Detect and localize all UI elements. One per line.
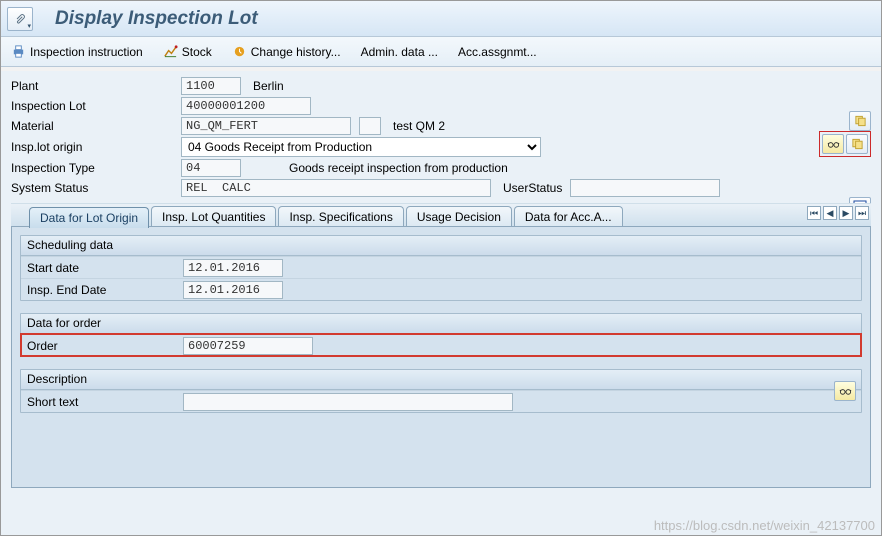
chevron-down-icon: ▾ xyxy=(27,22,31,30)
paperclip-icon xyxy=(14,13,26,25)
scheduling-data-title: Scheduling data xyxy=(21,236,861,256)
data-for-order-group: Data for order Order xyxy=(20,313,862,357)
start-date-label: Start date xyxy=(27,261,183,275)
stock-label: Stock xyxy=(182,45,212,59)
short-text-field[interactable] xyxy=(183,393,513,411)
admin-data-button[interactable]: Admin. data ... xyxy=(361,45,438,59)
glasses-icon xyxy=(827,138,840,150)
content-area: Plant Berlin Inspection Lot Material tes… xyxy=(1,71,881,535)
acc-assgnmt-label: Acc.assgnmt... xyxy=(458,45,537,59)
data-for-order-title: Data for order xyxy=(21,314,861,334)
tab-scroll-controls: ⏮ ◀ ▶ ⏭ xyxy=(807,206,869,220)
material-label: Material xyxy=(11,119,181,133)
user-status-field[interactable] xyxy=(570,179,720,197)
copy-button-1[interactable] xyxy=(849,111,871,131)
start-date-field[interactable] xyxy=(183,259,283,277)
inspection-lot-field[interactable] xyxy=(181,97,311,115)
app-window: ▾ Display Inspection Lot Inspection inst… xyxy=(0,0,882,536)
attachment-button[interactable]: ▾ xyxy=(7,7,33,31)
copy-button-2[interactable] xyxy=(846,134,868,154)
stock-button[interactable]: Stock xyxy=(163,44,212,59)
plant-field[interactable] xyxy=(181,77,241,95)
inspection-type-text: Goods receipt inspection from production xyxy=(249,161,508,175)
title-bar: ▾ Display Inspection Lot xyxy=(1,1,881,37)
order-field[interactable] xyxy=(183,337,313,355)
tab-insp-lot-quantities[interactable]: Insp. Lot Quantities xyxy=(151,206,276,227)
tab-insp-specifications[interactable]: Insp. Specifications xyxy=(278,206,403,227)
header-form: Plant Berlin Inspection Lot Material tes… xyxy=(11,77,871,197)
plant-label: Plant xyxy=(11,79,181,93)
description-group: Description Short text xyxy=(20,369,862,413)
tab-scroll-last[interactable]: ⏭ xyxy=(855,206,869,220)
change-history-icon xyxy=(232,44,247,59)
tab-scroll-left[interactable]: ◀ xyxy=(823,206,837,220)
glasses-button[interactable] xyxy=(822,134,844,154)
admin-data-label: Admin. data ... xyxy=(361,45,438,59)
system-status-field[interactable] xyxy=(181,179,491,197)
user-status-label: UserStatus xyxy=(499,181,562,195)
tab-strip: Data for Lot Origin Insp. Lot Quantities… xyxy=(11,203,871,227)
change-history-label: Change history... xyxy=(251,45,341,59)
stock-icon xyxy=(163,44,178,59)
page-title: Display Inspection Lot xyxy=(37,8,258,30)
short-text-label: Short text xyxy=(27,395,183,409)
tab-data-for-lot-origin[interactable]: Data for Lot Origin xyxy=(29,207,149,228)
material-extra-field[interactable] xyxy=(359,117,381,135)
inspection-type-label: Inspection Type xyxy=(11,161,181,175)
origin-dropdown[interactable]: 04 Goods Receipt from Production xyxy=(181,137,541,157)
scheduling-data-group: Scheduling data Start date Insp. End Dat… xyxy=(20,235,862,301)
origin-label: Insp.lot origin xyxy=(11,140,181,154)
glasses-icon xyxy=(839,385,852,397)
selected-icon-row xyxy=(819,131,871,157)
tab-scroll-first[interactable]: ⏮ xyxy=(807,206,821,220)
tab-data-for-acc-assgnmt[interactable]: Data for Acc.A... xyxy=(514,206,623,227)
system-status-label: System Status xyxy=(11,181,181,195)
inspection-type-field[interactable] xyxy=(181,159,241,177)
app-toolbar: Inspection instruction Stock Change hist… xyxy=(1,37,881,67)
material-text: test QM 2 xyxy=(389,119,445,133)
inspection-lot-label: Inspection Lot xyxy=(11,99,181,113)
print-icon xyxy=(11,44,26,59)
header-icon-buttons xyxy=(849,111,871,131)
material-field[interactable] xyxy=(181,117,351,135)
inspection-instruction-label: Inspection instruction xyxy=(30,45,143,59)
insp-end-date-field[interactable] xyxy=(183,281,283,299)
acc-assgnmt-button[interactable]: Acc.assgnmt... xyxy=(458,45,537,59)
order-display-button[interactable] xyxy=(834,381,856,401)
description-title: Description xyxy=(21,370,861,390)
change-history-button[interactable]: Change history... xyxy=(232,44,341,59)
plant-text: Berlin xyxy=(249,79,284,93)
inspection-instruction-button[interactable]: Inspection instruction xyxy=(11,44,143,59)
tab-body-data-for-lot-origin: Scheduling data Start date Insp. End Dat… xyxy=(11,226,871,488)
order-label: Order xyxy=(27,339,183,353)
tab-usage-decision[interactable]: Usage Decision xyxy=(406,206,512,227)
insp-end-date-label: Insp. End Date xyxy=(27,283,183,297)
tab-scroll-right[interactable]: ▶ xyxy=(839,206,853,220)
